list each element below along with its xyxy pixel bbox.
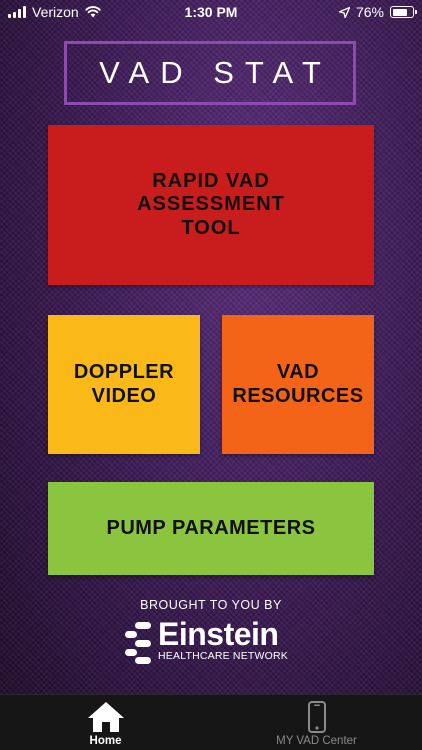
vad-resources-label: VAD RESOURCES [232,360,364,407]
phone-icon [307,701,326,733]
tab-bar: Home MY VAD Center [0,694,422,750]
tab-center-label: MY VAD Center [276,735,357,747]
home-icon [87,702,124,732]
pump-parameters-label: PUMP PARAMETERS [106,516,316,539]
logo-wordmark: Einstein [158,616,279,652]
einstein-logo: Einstein HEALTHCARE NETWORK [123,616,303,666]
rapid-assessment-button[interactable]: RAPID VAD ASSESSMENT TOOL [48,125,374,285]
tab-home[interactable]: Home [0,695,211,750]
battery-fill [392,8,407,16]
pump-parameters-button[interactable]: PUMP PARAMETERS [48,482,374,575]
vad-resources-button[interactable]: VAD RESOURCES [222,315,374,454]
app-title: VAD STAT [64,41,356,105]
battery-percent: 76% [355,4,384,20]
location-arrow-icon [338,6,350,18]
battery-icon [390,6,417,18]
einstein-mark-icon [125,622,151,664]
rapid-assessment-label: RAPID VAD ASSESSMENT TOOL [137,169,285,239]
logo-subtitle: HEALTHCARE NETWORK [158,650,288,662]
doppler-video-label: DOPPLER VIDEO [73,360,175,407]
status-right: 76% [338,4,417,20]
app-screen: Verizon 1:30 PM 76% VAD STAT RAPID VAD A… [0,0,422,750]
brought-to-you-by: BROUGHT TO YOU BY [140,598,282,612]
doppler-video-button[interactable]: DOPPLER VIDEO [48,315,200,454]
status-bar: Verizon 1:30 PM 76% [0,0,422,24]
tab-my-vad-center[interactable]: MY VAD Center [211,695,422,750]
app-title-text: VAD STAT [99,55,332,90]
tab-home-label: Home [89,735,122,747]
